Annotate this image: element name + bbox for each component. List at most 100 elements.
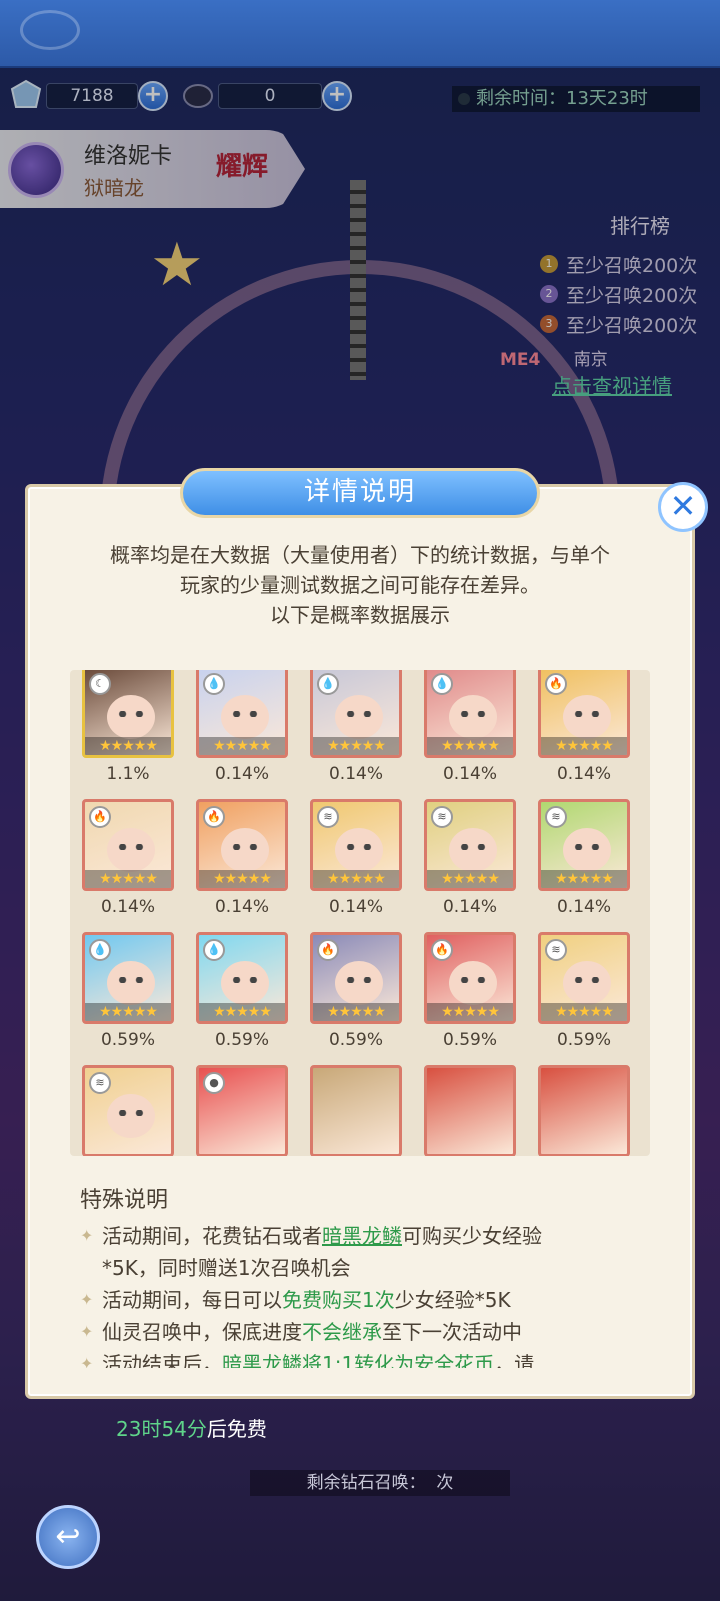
drop-rate: 0.14% [328,764,383,784]
note-item: 活动期间，每日可以免费购买1次少女经验*5K [80,1284,580,1316]
face-shape [335,961,383,1005]
character-portrait: 🔥 ★★★★★ [196,799,288,891]
eyes-shape [231,977,259,983]
drop-rate: 0.59% [328,1030,383,1050]
probability-grid[interactable]: ☾ ★★★★★ 1.1% 💧 ★★★★★ 0.14% 💧 ★★★★★ 0.14% 💧 ★★★★★ 0.… [70,670,650,1156]
element-icon: ● [203,1072,225,1094]
close-button[interactable]: ✕ [658,482,708,532]
drop-rate: 0.14% [100,897,155,917]
character-portrait: ≋ ★★★★★ [538,799,630,891]
drop-rate: 1.1% [106,764,150,784]
element-icon: 💧 [317,673,339,695]
face-shape [563,961,611,1005]
eyes-shape [459,711,487,717]
character-card[interactable]: 🔥 ★★★★★ 0.14% [196,799,288,917]
character-card[interactable]: 💧 ★★★★★ 0.59% [196,932,288,1050]
element-icon: ☾ [89,673,111,695]
star-rating: ★★★★★ [85,737,171,755]
character-portrait: ● [196,1065,288,1156]
character-card[interactable]: ≋ ★★★★★ 0.14% [424,799,516,917]
star-rating: ★★★★★ [427,737,513,755]
character-card[interactable]: 🔥 ★★★★★ 0.14% [82,799,174,917]
character-portrait: ≋ ★★★★★ [424,799,516,891]
character-card[interactable]: ☾ ★★★★★ 1.1% [82,670,174,784]
face-shape [107,695,155,739]
element-icon: 💧 [203,939,225,961]
special-notes-list: 活动期间，花费钻石或者暗黑龙鳞可购买少女经验*5K，同时赠送1次召唤机会 活动期… [80,1220,580,1368]
drop-rate: 0.14% [556,897,611,917]
character-card[interactable] [310,1065,402,1156]
face-shape [107,961,155,1005]
dragon-scale-link[interactable]: 暗黑龙鳞 [322,1224,402,1248]
face-shape [449,961,497,1005]
face-shape [563,828,611,872]
character-card[interactable]: 💧 ★★★★★ 0.14% [424,670,516,784]
eyes-shape [117,977,145,983]
character-card[interactable]: 💧 ★★★★★ 0.14% [196,670,288,784]
drop-rate: 0.14% [214,764,269,784]
drop-rate: 0.59% [214,1030,269,1050]
star-rating: ★★★★★ [199,737,285,755]
star-rating: ★★★★★ [541,1003,627,1021]
character-portrait: 🔥 ★★★★★ [310,932,402,1024]
element-icon: ≋ [545,806,567,828]
element-icon: 🔥 [89,806,111,828]
eyes-shape [459,844,487,850]
element-icon: ≋ [545,939,567,961]
face-shape [335,828,383,872]
character-portrait [424,1065,516,1156]
character-card[interactable]: 🔥 ★★★★★ 0.14% [538,670,630,784]
character-card[interactable] [538,1065,630,1156]
character-portrait: 💧 ★★★★★ [82,932,174,1024]
face-shape [107,828,155,872]
character-card[interactable] [424,1065,516,1156]
element-icon: 💧 [89,939,111,961]
star-rating: ★★★★★ [313,870,399,888]
character-card[interactable]: ≋ [82,1065,174,1156]
note-item: 仙灵召唤中，保底进度不会继承至下一次活动中 [80,1316,580,1348]
drop-rate: 0.59% [100,1030,155,1050]
character-card[interactable]: ≋ ★★★★★ 0.14% [310,799,402,917]
star-rating: ★★★★★ [85,1003,171,1021]
face-shape [449,828,497,872]
star-rating: ★★★★★ [199,870,285,888]
eyes-shape [345,711,373,717]
dialog-title: 详情说明 [180,468,540,518]
character-portrait: ≋ ★★★★★ [310,799,402,891]
element-icon: 🔥 [203,806,225,828]
drop-rate: 0.14% [556,764,611,784]
element-icon: 💧 [431,673,453,695]
eyes-shape [117,1110,145,1116]
character-card[interactable]: 🔥 ★★★★★ 0.59% [310,932,402,1050]
drop-rate: 0.14% [442,764,497,784]
intro-line: 概率均是在大数据（大量使用者）下的统计数据，与单个 [110,543,610,567]
eyes-shape [573,844,601,850]
eyes-shape [345,977,373,983]
character-portrait: 🔥 ★★★★★ [424,932,516,1024]
element-icon: ≋ [431,806,453,828]
character-card[interactable]: ≋ ★★★★★ 0.59% [538,932,630,1050]
character-portrait: ≋ ★★★★★ [538,932,630,1024]
character-portrait: ≋ [82,1065,174,1156]
character-card[interactable]: 🔥 ★★★★★ 0.59% [424,932,516,1050]
element-icon: 💧 [203,673,225,695]
star-rating: ★★★★★ [313,737,399,755]
back-button[interactable]: ↩ [36,1505,100,1569]
face-shape [221,695,269,739]
eyes-shape [345,844,373,850]
character-card[interactable]: 💧 ★★★★★ 0.59% [82,932,174,1050]
character-card[interactable]: 💧 ★★★★★ 0.14% [310,670,402,784]
eyes-shape [573,977,601,983]
note-item: 活动结束后，暗黑龙鳞将1:1转化为安全花币，请 [80,1348,580,1368]
face-shape [449,695,497,739]
star-rating: ★★★★★ [427,1003,513,1021]
character-portrait: 💧 ★★★★★ [310,670,402,758]
character-card[interactable]: ≋ ★★★★★ 0.14% [538,799,630,917]
eyes-shape [231,844,259,850]
face-shape [221,961,269,1005]
drop-rate: 0.59% [442,1030,497,1050]
character-card[interactable]: ● [196,1065,288,1156]
intro-line: 玩家的少量测试数据之间可能存在差异。 [180,573,540,597]
top-bar [0,0,720,68]
eyes-shape [459,977,487,983]
